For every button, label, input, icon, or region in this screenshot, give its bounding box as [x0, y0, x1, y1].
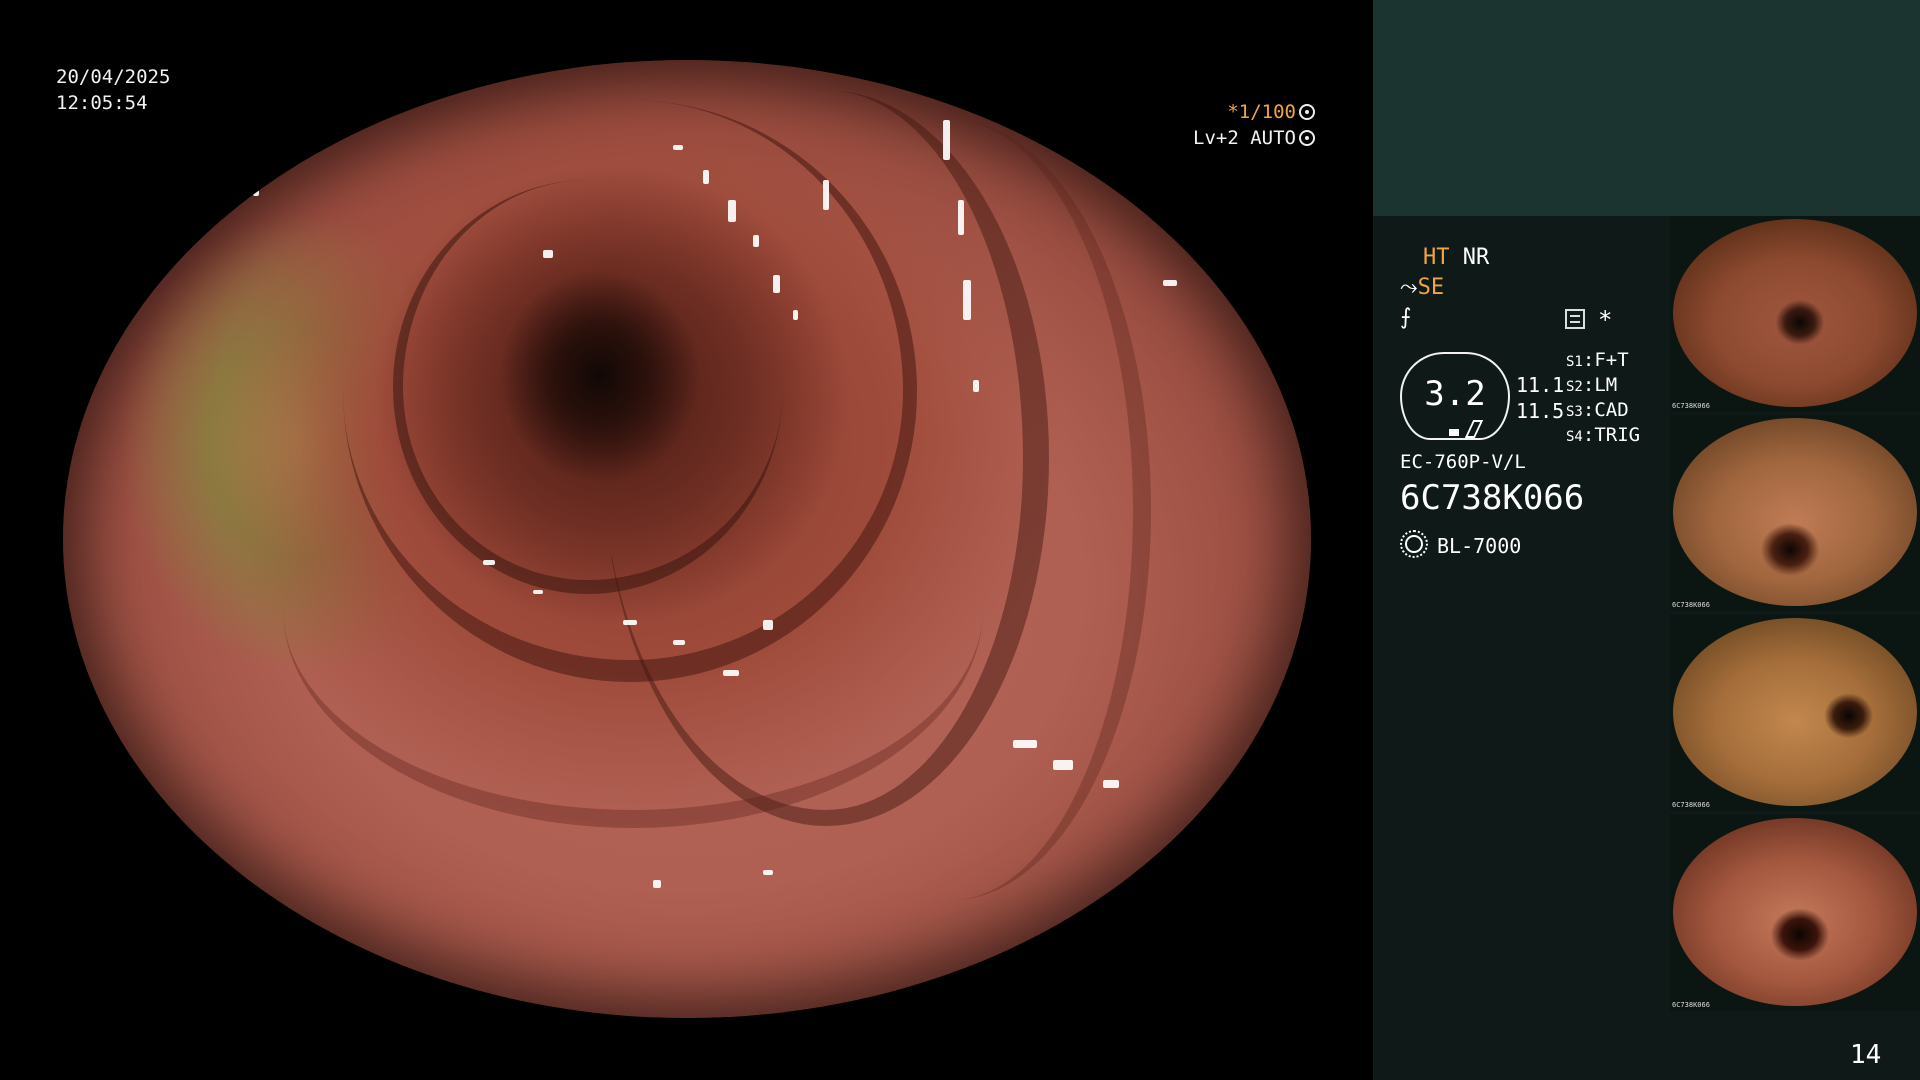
switch-key: S1 [1566, 354, 1583, 370]
switch-value: TRIG [1594, 424, 1641, 446]
specular-highlight [973, 380, 979, 392]
thumbnail-image [1673, 618, 1917, 806]
zoom-value: 3.2 [1424, 374, 1486, 414]
ht-nr-indicator: HT NR [1423, 244, 1489, 272]
time-text: 12:05:54 [56, 92, 148, 114]
specular-highlight [1103, 780, 1119, 788]
specular-highlight [1053, 760, 1073, 770]
enhance-icon: ⤳ [1400, 275, 1418, 300]
specular-highlight [673, 640, 685, 645]
light-source-model: BL-7000 [1437, 534, 1522, 558]
specular-highlight [1013, 740, 1037, 748]
panel-header-area [1373, 0, 1920, 216]
specular-highlight [763, 620, 773, 630]
specular-highlight [253, 190, 259, 196]
date-time-readout: 20/04/2025 12:05:54 [56, 64, 170, 116]
auto-iris-icon [1298, 130, 1315, 146]
captured-thumbnail[interactable]: 6C738K066 [1670, 415, 1920, 611]
thumbnail-image [1673, 818, 1917, 1006]
thumbnail-image [1673, 418, 1917, 606]
nr-label: NR [1462, 245, 1490, 270]
specular-highlight [753, 235, 759, 247]
zoom-value-1: 11.1 [1516, 373, 1565, 397]
image-counter: 14 [1850, 1040, 1882, 1070]
switch-value: F+T [1594, 349, 1629, 371]
scope-model: EC-760P-V/L [1400, 451, 1526, 473]
switch-row: S2:LM [1566, 374, 1618, 396]
scope-serial: 6C738K066 [1400, 478, 1585, 518]
switch-row: S1:F+T [1566, 349, 1629, 371]
exposure-readout: *1/100 Lv+2 AUTO [1193, 99, 1315, 151]
switch-row: S3:CAD [1566, 399, 1629, 421]
thumbnail-id: 6C738K066 [1672, 601, 1710, 609]
endoscope-view [63, 60, 1311, 1018]
thumbnail-image [1673, 219, 1917, 407]
specular-highlight [943, 120, 950, 160]
specular-highlight [793, 310, 798, 320]
ht-label: HT [1423, 245, 1450, 270]
captured-thumbnail[interactable]: 6C738K066 [1670, 815, 1920, 1011]
specular-highlight [623, 620, 637, 625]
specular-highlight [653, 880, 661, 888]
memo-icon [1565, 309, 1585, 329]
iris-icon [1298, 104, 1315, 120]
date-text: 20/04/2025 [56, 66, 171, 88]
specular-highlight [703, 170, 709, 184]
specular-highlight [483, 560, 495, 565]
captured-thumbnail[interactable]: 6C738K066 [1670, 615, 1920, 811]
zoom-value-2: 11.5 [1516, 399, 1565, 423]
se-label: SE [1417, 275, 1445, 300]
specular-highlight [533, 590, 543, 594]
specular-highlight [723, 670, 739, 676]
switch-value: LM [1594, 374, 1618, 396]
se-indicator: ⤳SE [1400, 274, 1444, 302]
switch-value: CAD [1594, 399, 1629, 421]
shutter-speed: *1/100 [1227, 101, 1296, 123]
thumbnail-id: 6C738K066 [1672, 801, 1710, 809]
zoom-marker [1449, 429, 1459, 436]
specular-highlight [823, 180, 829, 210]
specular-highlight [673, 145, 683, 150]
star-indicator: * [1598, 306, 1613, 334]
specular-highlight [763, 870, 773, 875]
thumbnail-id: 6C738K066 [1672, 1001, 1710, 1009]
thumbnail-id: 6C738K066 [1672, 402, 1710, 410]
specular-highlight [963, 280, 971, 320]
switch-key: S3 [1566, 404, 1583, 420]
specular-highlight [958, 200, 964, 235]
curve-icon: ⨍ [1400, 305, 1412, 330]
captured-thumbnail[interactable]: 6C738K066 [1670, 216, 1920, 412]
specular-highlight [1163, 280, 1177, 286]
specular-highlight [543, 250, 553, 258]
light-source-icon [1400, 530, 1428, 558]
switch-key: S2 [1566, 379, 1583, 395]
switch-key: S4 [1566, 429, 1583, 445]
iris-level: Lv+2 AUTO [1193, 127, 1296, 149]
specular-highlight [728, 200, 736, 222]
switch-row: S4:TRIG [1566, 424, 1641, 446]
mucosal-fold [753, 120, 1151, 900]
specular-highlight [773, 275, 780, 293]
specular-highlight [223, 170, 231, 178]
